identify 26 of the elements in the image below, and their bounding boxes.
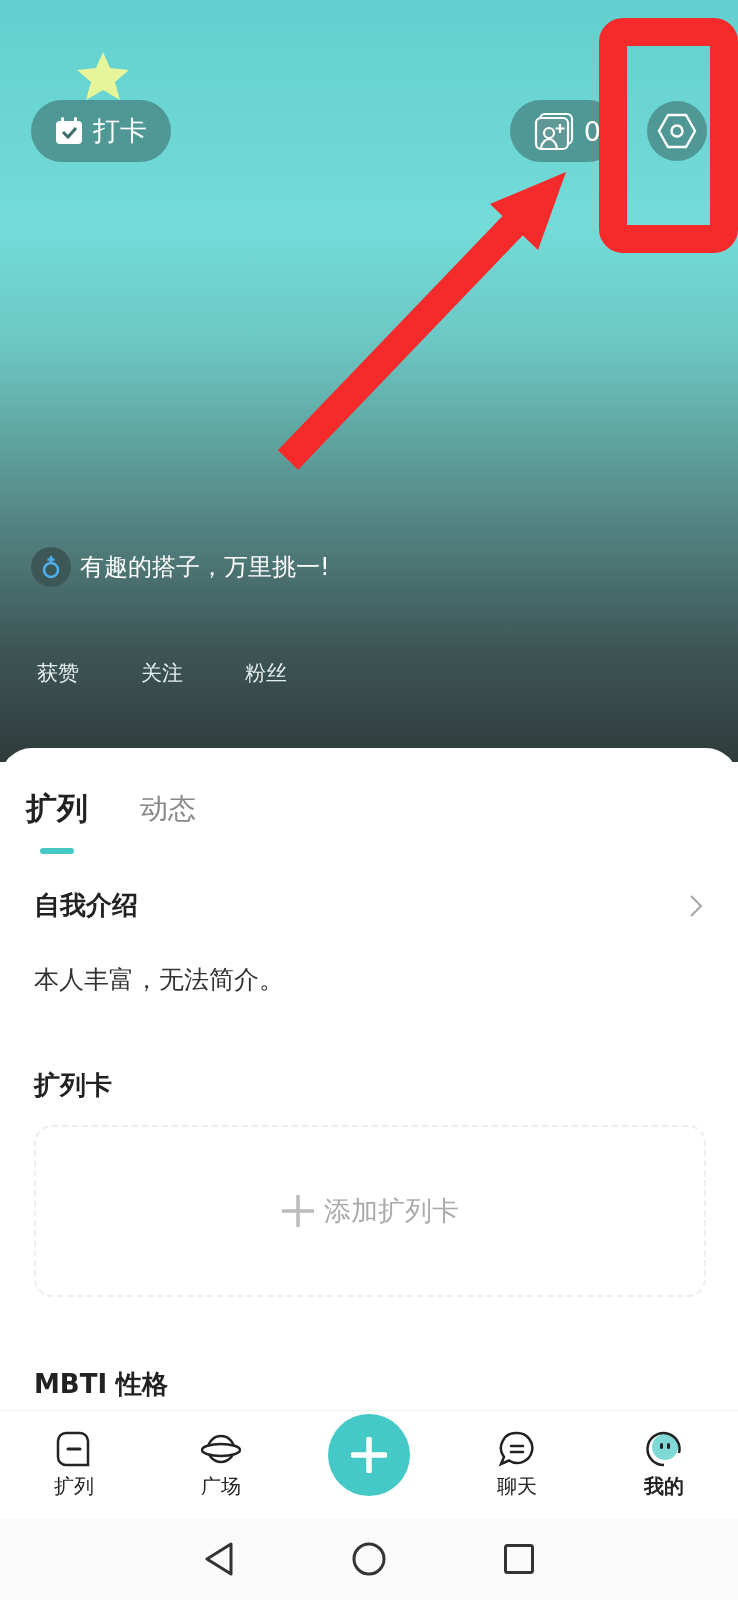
settings-button[interactable] (647, 101, 707, 161)
back-icon[interactable] (204, 1542, 234, 1576)
section-title: 自我介绍 (34, 889, 138, 922)
stat-label[interactable]: 获赞 (37, 659, 79, 687)
stat-label[interactable]: 关注 (141, 659, 183, 687)
slogan-text: 有趣的搭子，万里挑一! (80, 552, 330, 583)
recents-icon[interactable] (504, 1544, 534, 1574)
section-title: MBTI 性格 (34, 1368, 169, 1401)
settings-icon (657, 111, 697, 151)
nav-item[interactable]: 聊天 (496, 1429, 537, 1500)
home-icon[interactable] (352, 1542, 386, 1576)
nav-item[interactable]: 我的 (644, 1429, 685, 1500)
gender-icon (31, 547, 71, 587)
person-card-icon (533, 111, 576, 151)
tab-indicator (40, 848, 74, 854)
tab[interactable]: 动态 (140, 788, 196, 854)
tab[interactable]: 扩列 (26, 788, 88, 854)
nav-item[interactable]: 广场 (201, 1429, 242, 1500)
plus-icon (281, 1195, 314, 1227)
nav-item[interactable]: 扩列 (53, 1429, 94, 1500)
section-title: 扩列卡 (34, 1069, 112, 1102)
calendar-check-icon (55, 117, 83, 145)
chat-icon (496, 1429, 537, 1469)
stat-label[interactable]: 粉丝 (245, 659, 287, 687)
intro-text: 本人丰富，无法简介。 (34, 964, 285, 996)
plus-icon (351, 1436, 387, 1473)
